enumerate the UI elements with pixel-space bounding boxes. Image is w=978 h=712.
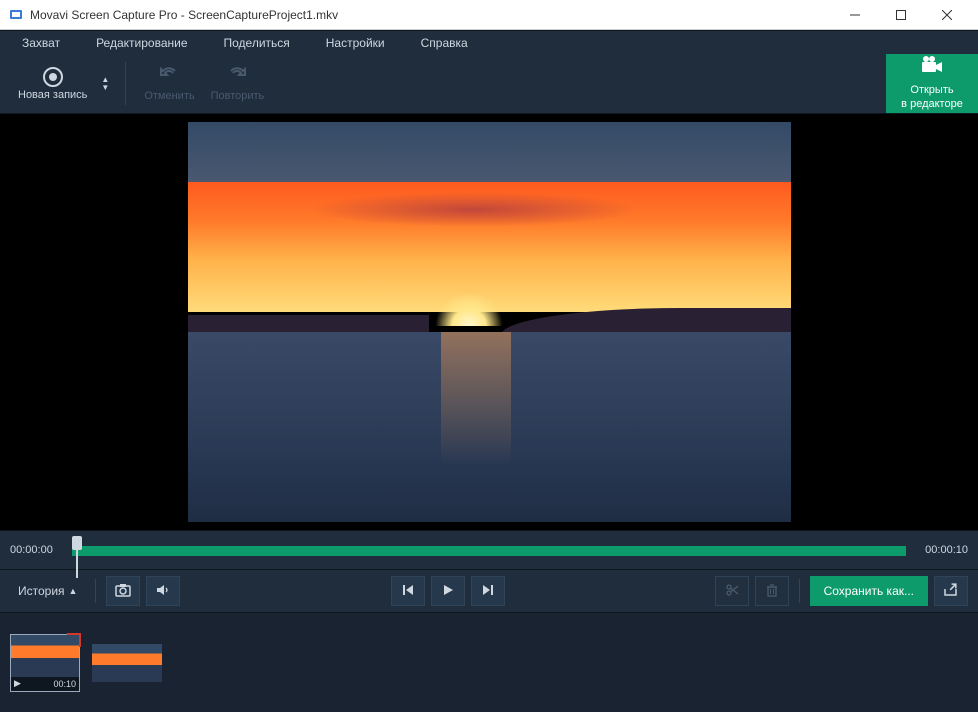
redo-label: Повторить [211, 90, 265, 102]
play-icon [441, 583, 455, 600]
save-as-label: Сохранить как... [824, 584, 914, 598]
minimize-button[interactable] [832, 0, 878, 30]
app-icon [8, 7, 24, 23]
thumbnail-strip: 📌 ✕ ▶ 00:10 [0, 612, 978, 712]
history-label: История [18, 584, 65, 598]
thumbnail-preview [11, 635, 79, 677]
toolbar: Новая запись ▲▼ Отменить Повторить Откры… [0, 54, 978, 114]
timeline-clip [72, 546, 906, 556]
menu-share[interactable]: Поделиться [206, 32, 308, 54]
controls-separator [95, 579, 96, 603]
thumbnail-meta: ▶ 00:10 [11, 677, 79, 691]
time-end: 00:00:10 [914, 544, 968, 556]
open-editor-label-2: в редакторе [901, 98, 963, 111]
new-record-button[interactable]: Новая запись [10, 63, 95, 105]
play-button[interactable] [431, 576, 465, 606]
thumb-play-icon: ▶ [14, 678, 21, 689]
share-button[interactable] [934, 576, 968, 606]
skip-back-icon [401, 583, 415, 600]
menu-help[interactable]: Справка [403, 32, 486, 54]
chevron-up-icon: ▲ [69, 586, 78, 596]
speaker-icon [155, 583, 171, 600]
thumbnail-item[interactable]: 📌 ✕ ▶ 00:10 [10, 634, 80, 692]
menu-edit[interactable]: Редактирование [78, 32, 205, 54]
mute-button[interactable] [146, 576, 180, 606]
titlebar: Movavi Screen Capture Pro - ScreenCaptur… [0, 0, 978, 30]
undo-button[interactable]: Отменить [136, 61, 202, 106]
menu-settings[interactable]: Настройки [308, 32, 403, 54]
menu-capture[interactable]: Захват [4, 32, 78, 54]
controls-separator-2 [799, 579, 800, 603]
timeline-track[interactable] [72, 540, 906, 560]
next-frame-button[interactable] [471, 576, 505, 606]
delete-button[interactable] [755, 576, 789, 606]
preview-area [0, 114, 978, 530]
menubar: Захват Редактирование Поделиться Настрой… [0, 30, 978, 54]
redo-icon [227, 65, 247, 88]
snapshot-button[interactable] [106, 576, 140, 606]
timeline-row: 00:00:00 00:00:10 [0, 530, 978, 570]
trash-icon [765, 583, 779, 600]
skip-forward-icon [481, 583, 495, 600]
redo-button[interactable]: Повторить [203, 61, 273, 106]
cut-button[interactable] [715, 576, 749, 606]
share-icon [943, 582, 959, 601]
time-start: 00:00:00 [10, 544, 64, 556]
record-icon [43, 67, 63, 87]
film-camera-icon [920, 56, 944, 82]
maximize-button[interactable] [878, 0, 924, 30]
open-editor-label-1: Открыть [910, 84, 953, 97]
close-button[interactable] [924, 0, 970, 30]
controls-row: История ▲ Сох [0, 570, 978, 612]
window-title: Movavi Screen Capture Pro - ScreenCaptur… [30, 8, 832, 22]
thumbnail-item[interactable] [92, 644, 162, 682]
open-editor-button[interactable]: Открыть в редакторе [886, 54, 978, 113]
prev-frame-button[interactable] [391, 576, 425, 606]
thumbnail-preview [92, 644, 162, 682]
new-record-dropdown[interactable]: ▲▼ [95, 77, 115, 91]
preview-frame [188, 122, 791, 522]
save-as-button[interactable]: Сохранить как... [810, 576, 928, 606]
undo-label: Отменить [144, 90, 194, 102]
thumbnail-duration: 00:10 [53, 679, 76, 689]
history-button[interactable]: История ▲ [10, 580, 85, 602]
playhead[interactable] [72, 536, 82, 564]
scissors-icon [725, 583, 739, 600]
new-record-label: Новая запись [18, 89, 87, 101]
camera-icon [115, 583, 131, 600]
undo-icon [159, 65, 179, 88]
